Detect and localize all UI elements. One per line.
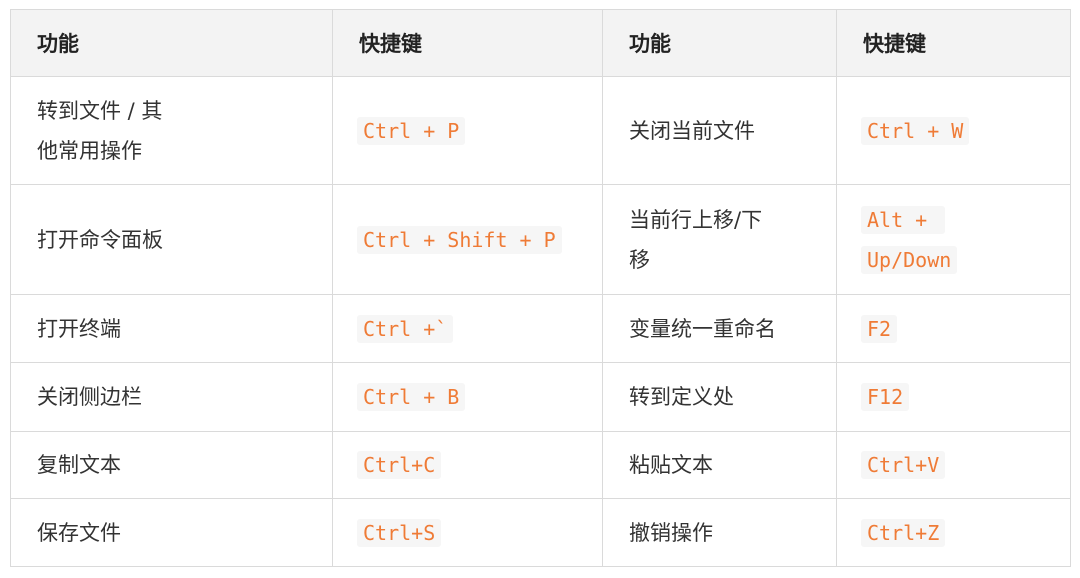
shortcut-table-container: 功能 快捷键 功能 快捷键 转到文件 / 其他常用操作 Ctrl + P 关闭当… (10, 9, 1071, 567)
shortcut-code: Ctrl +` (357, 314, 454, 343)
shortcut-code: Ctrl+Z (861, 518, 946, 547)
function-text: 转到定义处 (629, 385, 734, 409)
shortcut-code: Ctrl+V (861, 451, 946, 479)
shortcut-code: Ctrl + Shift + P (357, 225, 562, 254)
shortcut-cell: Ctrl+C (332, 431, 603, 499)
shortcut-cell: F12 (836, 362, 1071, 432)
function-text: 保存文件 (37, 520, 121, 545)
table-row: 关闭侧边栏 Ctrl + B 转到定义处 F12 (10, 362, 1071, 432)
shortcut-cell: Ctrl +` (332, 294, 603, 363)
function-cell: 变量统一重命名 (602, 294, 837, 363)
function-cell: 保存文件 (10, 498, 333, 567)
function-text: 复制文本 (37, 453, 121, 477)
function-cell: 转到定义处 (602, 362, 837, 432)
table-row: 转到文件 / 其他常用操作 Ctrl + P 关闭当前文件 Ctrl + W (10, 76, 1071, 185)
shortcut-cell: Ctrl + B (332, 362, 603, 432)
function-text: 打开命令面板 (37, 227, 163, 252)
shortcut-code: F2 (861, 314, 898, 343)
function-cell: 撤销操作 (602, 498, 837, 567)
table-header-row: 功能 快捷键 功能 快捷键 (10, 9, 1071, 77)
shortcut-code: Ctrl + B (357, 383, 466, 411)
shortcut-table: 功能 快捷键 功能 快捷键 转到文件 / 其他常用操作 Ctrl + P 关闭当… (10, 9, 1071, 567)
shortcut-code: Ctrl+C (357, 451, 442, 479)
shortcut-cell: Ctrl + Shift + P (332, 184, 603, 295)
shortcut-cell: Ctrl + W (836, 76, 1071, 185)
shortcut-cell: Ctrl+S (332, 498, 603, 567)
function-cell: 复制文本 (10, 431, 333, 499)
shortcut-cell: Ctrl+V (836, 431, 1071, 499)
shortcut-code: Ctrl + P (357, 116, 466, 145)
function-cell: 打开终端 (10, 294, 333, 363)
header-shortcut-left: 快捷键 (332, 9, 603, 77)
shortcut-cell: F2 (836, 294, 1071, 363)
table-row: 打开终端 Ctrl +` 变量统一重命名 F2 (10, 294, 1071, 363)
shortcut-code: Ctrl + W (861, 116, 970, 145)
shortcut-cell: Ctrl+Z (836, 498, 1071, 567)
function-cell: 当前行上移/下移 (602, 184, 837, 295)
function-cell: 关闭侧边栏 (10, 362, 333, 432)
function-text: 关闭侧边栏 (37, 385, 142, 409)
function-text: 关闭当前文件 (629, 118, 755, 143)
function-cell: 粘贴文本 (602, 431, 837, 499)
function-cell: 关闭当前文件 (602, 76, 837, 185)
table-row: 打开命令面板 Ctrl + Shift + P 当前行上移/下移 Alt + U… (10, 184, 1071, 295)
header-function-left: 功能 (10, 9, 333, 77)
function-text: 当前行上移/下移 (629, 207, 763, 272)
function-cell: 转到文件 / 其他常用操作 (10, 76, 333, 185)
shortcut-cell: Ctrl + P (332, 76, 603, 185)
function-cell: 打开命令面板 (10, 184, 333, 295)
shortcut-code: F12 (861, 383, 910, 411)
function-text: 打开终端 (37, 316, 121, 341)
function-text: 粘贴文本 (629, 453, 713, 477)
table-row: 复制文本 Ctrl+C 粘贴文本 Ctrl+V (10, 431, 1071, 499)
shortcut-cell: Alt + Up/Down (836, 184, 1071, 295)
header-function-right: 功能 (602, 9, 837, 77)
table-row: 保存文件 Ctrl+S 撤销操作 Ctrl+Z (10, 498, 1071, 567)
header-shortcut-right: 快捷键 (836, 9, 1071, 77)
shortcut-code: Ctrl+S (357, 518, 442, 547)
function-text: 转到文件 / 其他常用操作 (37, 98, 163, 163)
shortcut-code: Alt + Up/Down (861, 205, 958, 274)
function-text: 撤销操作 (629, 520, 713, 545)
function-text: 变量统一重命名 (629, 316, 776, 341)
